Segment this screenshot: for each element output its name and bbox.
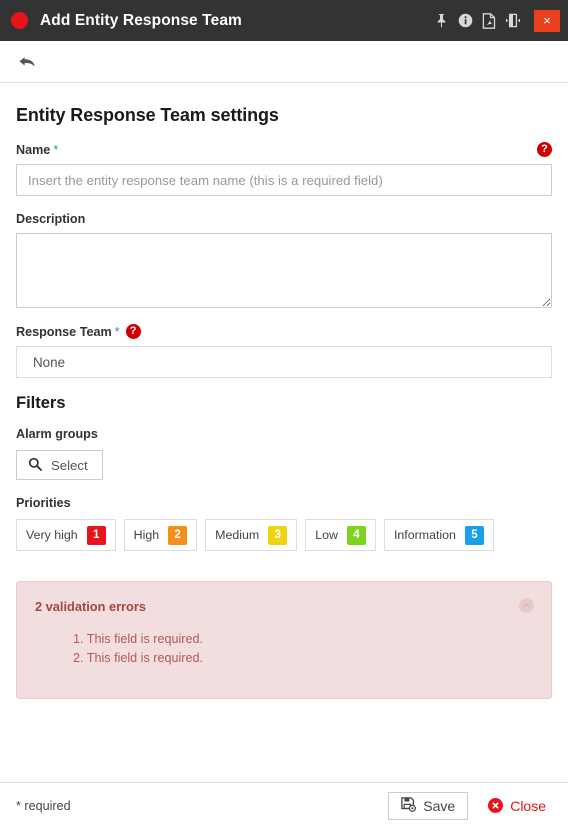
priority-badge: 2 — [168, 525, 188, 545]
chevron-up-icon[interactable] — [519, 598, 534, 613]
title-bar-actions: × — [429, 0, 568, 41]
toolbar — [0, 41, 568, 83]
validation-title: 2 validation errors — [35, 599, 146, 614]
priority-chip-very-high[interactable]: Very high 1 — [16, 519, 116, 551]
alarm-groups-select-button[interactable]: Select — [16, 450, 103, 480]
description-label-text: Description — [16, 212, 86, 226]
priority-label: Very high — [26, 528, 78, 542]
save-label: Save — [423, 797, 456, 814]
title-bar: Add Entity Response Team × — [0, 0, 568, 41]
pdf-export-icon[interactable] — [477, 0, 501, 41]
window-title: Add Entity Response Team — [40, 11, 242, 29]
close-icon — [488, 798, 504, 813]
dialog-window: Add Entity Response Team × Entity Respon… — [0, 0, 568, 828]
priorities-row: Very high 1 High 2 Medium 3 Low 4 Inform… — [16, 519, 552, 551]
priority-label: Medium — [215, 528, 260, 542]
alarm-groups-label: Alarm groups — [16, 427, 98, 441]
priority-badge: 5 — [464, 525, 484, 545]
priority-badge: 4 — [346, 525, 366, 545]
response-team-label-text: Response Team — [16, 324, 112, 339]
pin-icon[interactable] — [429, 0, 453, 41]
help-icon[interactable]: ? — [125, 324, 141, 339]
required-asterisk: * — [53, 142, 59, 157]
validation-error-item: 2. This field is required. — [73, 650, 203, 665]
priorities-label: Priorities — [16, 496, 71, 510]
validation-error-list: 1. This field is required. 2. This field… — [73, 630, 533, 667]
help-icon[interactable]: ? — [537, 142, 552, 157]
info-icon[interactable] — [453, 0, 477, 41]
alarm-groups-select-label: Select — [51, 457, 88, 473]
priority-label: Low — [315, 528, 338, 542]
description-label: Description — [16, 212, 552, 226]
dialog-footer: * required Save Close — [0, 782, 568, 828]
close-window-button[interactable]: × — [534, 9, 560, 32]
close-label: Close — [510, 797, 546, 814]
priority-chip-high[interactable]: High 2 — [123, 519, 198, 551]
required-asterisk: * — [114, 324, 120, 339]
dialog-body: Entity Response Team settings Name * ? D… — [0, 83, 568, 782]
save-disk-icon — [401, 796, 417, 815]
response-team-label: Response Team * ? — [16, 324, 552, 339]
validation-error-item: 1. This field is required. — [73, 632, 203, 646]
priorities-block: Priorities Very high 1 High 2 Medium 3 L… — [16, 496, 552, 551]
page-title: Entity Response Team settings — [16, 105, 279, 125]
name-label-row: Name * ? — [16, 142, 552, 157]
response-team-field-block: Response Team * ? None — [16, 324, 552, 378]
priority-label: High — [133, 528, 160, 542]
validation-errors-panel: 2 validation errors 1. This field is req… — [16, 581, 552, 699]
back-arrow-icon[interactable] — [14, 48, 42, 76]
priority-badge: 3 — [268, 525, 288, 545]
footer-actions: Save Close — [388, 791, 552, 820]
save-button[interactable]: Save — [388, 791, 469, 820]
name-field-block: Name * ? — [16, 142, 552, 196]
description-field-block: Description — [16, 212, 552, 308]
priority-label: Information — [393, 528, 456, 542]
name-label: Name * — [16, 143, 58, 157]
name-input[interactable] — [16, 164, 552, 196]
priority-chip-information[interactable]: Information 5 — [383, 519, 494, 551]
search-icon — [28, 457, 42, 474]
flip-panel-icon[interactable] — [501, 0, 525, 41]
name-label-text: Name — [16, 142, 51, 157]
alarm-groups-block: Alarm groups Select — [16, 427, 552, 480]
description-textarea[interactable] — [16, 233, 552, 308]
priority-badge: 1 — [86, 525, 106, 545]
priority-chip-medium[interactable]: Medium 3 — [205, 519, 298, 551]
response-team-select[interactable]: None — [16, 346, 552, 378]
filters-title: Filters — [16, 394, 66, 412]
required-note: * required — [16, 798, 71, 813]
red-circle-icon — [11, 12, 28, 29]
priority-chip-low[interactable]: Low 4 — [305, 519, 376, 551]
close-button[interactable]: Close — [482, 792, 552, 820]
